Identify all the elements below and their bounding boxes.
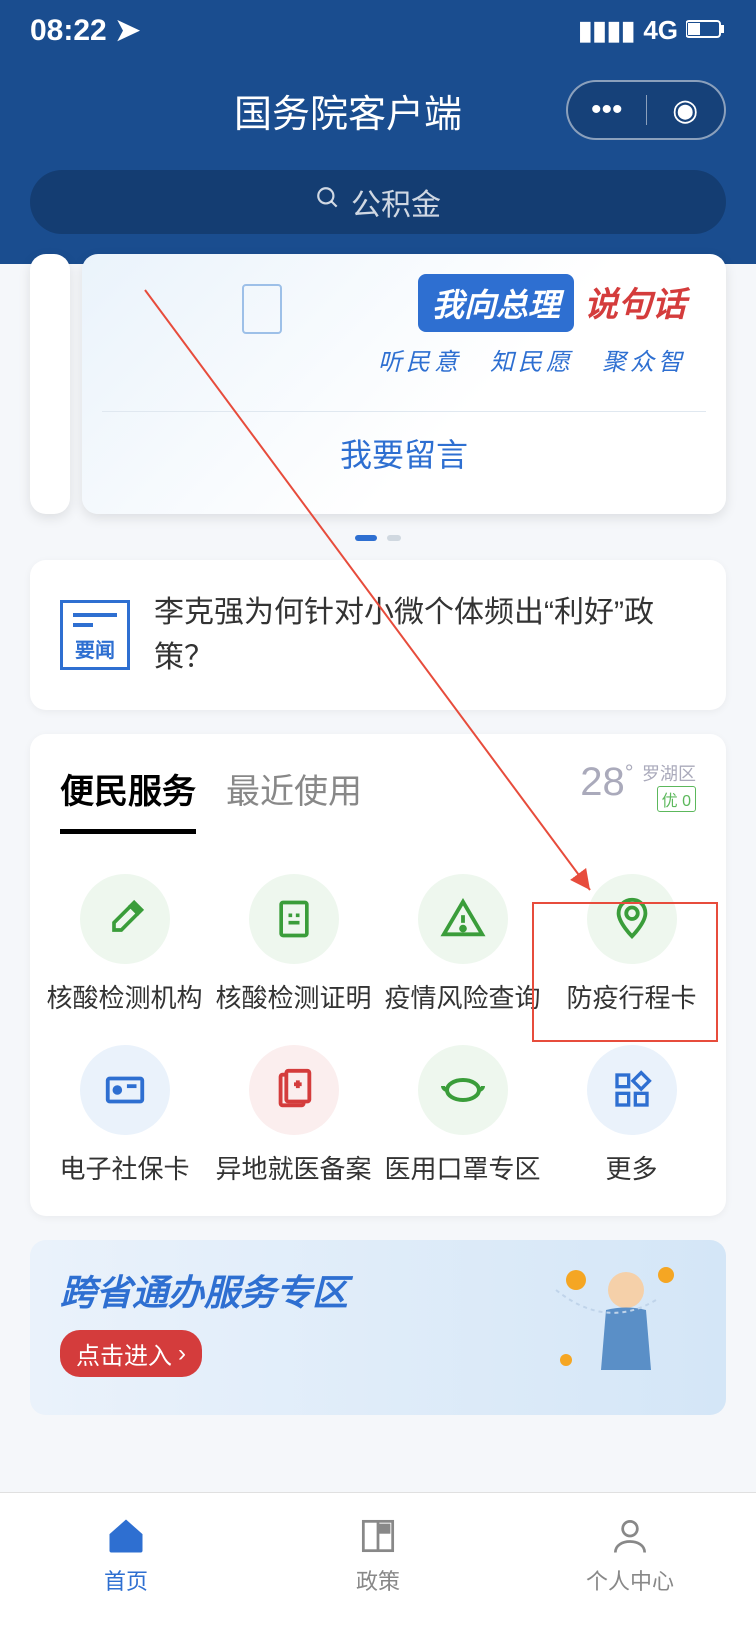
tab-label: 首页 — [104, 1564, 148, 1596]
banner-chip: 我向总理 — [418, 274, 574, 332]
signal-icon: ▮▮▮▮ — [578, 15, 635, 46]
tab-services[interactable]: 便民服务 — [60, 764, 196, 834]
banner-button[interactable]: 我要留言 — [102, 411, 706, 494]
location-arrow-icon: ➤ — [115, 14, 140, 47]
tab-label: 政策 — [356, 1564, 400, 1596]
service-travel-card[interactable]: 防疫行程卡 — [547, 874, 716, 1015]
search-icon — [315, 185, 341, 219]
tab-home[interactable]: 首页 — [0, 1493, 252, 1617]
news-headline: 李克强为何针对小微个体频出“利好”政策？ — [154, 590, 696, 680]
pager-dot — [387, 535, 401, 541]
service-offsite-medical[interactable]: 异地就医备案 — [209, 1045, 378, 1186]
tab-bar: 首页 政策 个人中心 — [0, 1492, 756, 1637]
service-more[interactable]: 更多 — [547, 1045, 716, 1186]
weather-location: 罗湖区 — [642, 764, 696, 784]
miniprogram-capsule[interactable]: ••• ◉ — [566, 80, 726, 140]
network-label: 4G — [643, 15, 678, 46]
banner-prev-peek[interactable] — [30, 254, 70, 514]
profile-icon — [608, 1514, 652, 1558]
tab-recent[interactable]: 最近使用 — [226, 764, 362, 829]
tab-profile[interactable]: 个人中心 — [504, 1493, 756, 1617]
service-label: 电子社保卡 — [59, 1149, 189, 1186]
service-nucleic-cert[interactable]: 核酸检测证明 — [209, 874, 378, 1015]
pager-dot-active — [355, 535, 377, 541]
page-title: 国务院客户端 — [130, 83, 566, 138]
dropper-icon — [80, 874, 170, 964]
mask-icon — [418, 1045, 508, 1135]
search-input[interactable]: 公积金 — [30, 170, 726, 234]
banner-carousel[interactable]: 我向总理 说句话 听民意 知民愿 聚众智 我要留言 — [0, 254, 756, 560]
status-bar: 08:22 ➤ ▮▮▮▮ 4G — [0, 0, 756, 60]
warning-icon — [418, 874, 508, 964]
weather-badge: 优 0 — [657, 786, 696, 812]
home-icon — [104, 1514, 148, 1558]
status-time: 08:22 ➤ — [30, 13, 140, 48]
tab-label: 个人中心 — [586, 1564, 674, 1596]
service-risk-query[interactable]: 疫情风险查询 — [378, 874, 547, 1015]
header: 国务院客户端 ••• ◉ 公积金 — [0, 60, 756, 264]
service-mask-zone[interactable]: 医用口罩专区 — [378, 1045, 547, 1186]
service-label: 疫情风险查询 — [384, 978, 540, 1015]
service-label: 防疫行程卡 — [566, 978, 696, 1015]
banner-card[interactable]: 我向总理 说句话 听民意 知民愿 聚众智 我要留言 — [82, 254, 726, 514]
card-icon — [80, 1045, 170, 1135]
service-label: 更多 — [605, 1149, 657, 1186]
paper-icon — [242, 284, 282, 334]
promo-banner[interactable]: 跨省通办服务专区 点击进入 › — [30, 1240, 726, 1415]
policy-icon — [356, 1514, 400, 1558]
banner-say: 说句话 — [584, 277, 686, 326]
tab-policy[interactable]: 政策 — [252, 1493, 504, 1617]
search-placeholder: 公积金 — [351, 180, 441, 224]
person-illustration — [546, 1260, 686, 1410]
weather-temp: 28 — [580, 760, 625, 804]
chevron-right-icon: › — [178, 1340, 186, 1368]
doc-check-icon — [249, 874, 339, 964]
location-icon — [587, 874, 677, 964]
carousel-pager — [30, 514, 726, 560]
banner-subtitle: 听民意 知民愿 聚众智 — [102, 342, 686, 377]
news-card[interactable]: 要闻 李克强为何针对小微个体频出“利好”政策？ — [30, 560, 726, 710]
service-nucleic-org[interactable]: 核酸检测机构 — [40, 874, 209, 1015]
promo-button[interactable]: 点击进入 › — [60, 1330, 202, 1377]
service-label: 医用口罩专区 — [384, 1149, 540, 1186]
close-icon[interactable]: ◉ — [647, 82, 725, 138]
more-icon — [587, 1045, 677, 1135]
battery-icon — [686, 15, 726, 46]
service-label: 异地就医备案 — [215, 1149, 371, 1186]
status-right: ▮▮▮▮ 4G — [578, 15, 726, 46]
services-grid: 核酸检测机构 核酸检测证明 疫情风险查询 防疫行程卡 — [40, 844, 716, 1186]
service-label: 核酸检测机构 — [46, 978, 202, 1015]
menu-icon[interactable]: ••• — [568, 82, 646, 138]
med-doc-icon — [249, 1045, 339, 1135]
service-label: 核酸检测证明 — [215, 978, 371, 1015]
weather-widget[interactable]: 28° 罗湖区 优 0 — [580, 760, 696, 812]
news-badge-icon: 要闻 — [60, 600, 130, 670]
services-card: 便民服务 最近使用 28° 罗湖区 优 0 核酸检测机构 核酸检测证明 — [30, 734, 726, 1216]
service-social-card[interactable]: 电子社保卡 — [40, 1045, 209, 1186]
